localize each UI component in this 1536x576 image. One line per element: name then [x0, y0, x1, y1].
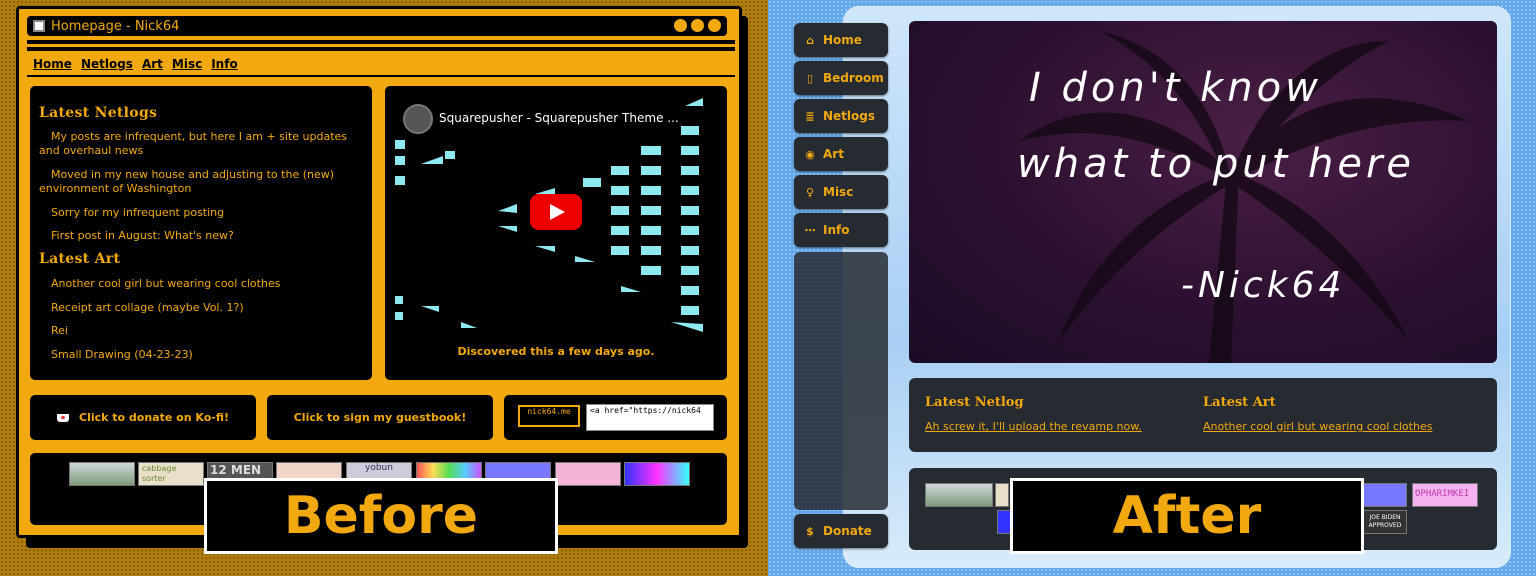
divider	[27, 40, 735, 44]
video-caption: Discovered this a few days ago.	[457, 345, 655, 358]
after-label: After	[1010, 478, 1364, 554]
latest-panel: Latest Netlog Ah screw it, I'll upload t…	[909, 378, 1497, 452]
netlog-link[interactable]: My posts are infrequent, but here I am +…	[39, 130, 364, 158]
sidebar-item-info[interactable]: ⋯ Info	[794, 213, 888, 247]
palette-icon: ◉	[805, 147, 815, 161]
donate-label: Click to donate on Ko-fi!	[79, 411, 229, 424]
badge[interactable]	[997, 510, 1011, 534]
netlogs-heading: Latest Netlogs	[39, 105, 158, 121]
dollar-icon: $	[806, 524, 814, 538]
channel-avatar[interactable]	[403, 104, 433, 134]
homepage-window: Homepage - Nick64 Home Netlogs Art Misc …	[16, 6, 742, 538]
divider	[27, 47, 735, 51]
sidebar-item-label: Bedroom	[823, 71, 884, 85]
hero-banner: I don't know what to put here -Nick64	[909, 21, 1497, 363]
nick-badge-text: nick64.me	[527, 407, 571, 416]
sidebar-item-misc[interactable]: ♀ Misc	[794, 175, 888, 209]
nav-link[interactable]: Info	[211, 57, 237, 71]
badge[interactable]	[69, 462, 135, 486]
sidebar-item-bedroom[interactable]: ▯ Bedroom	[794, 61, 888, 95]
netlog-link[interactable]: First post in August: What's new?	[51, 229, 234, 243]
page-icon	[33, 20, 45, 32]
sidebar-item-label: Home	[823, 33, 862, 47]
before-screenshot: Homepage - Nick64 Home Netlogs Art Misc …	[0, 0, 768, 576]
donate-button[interactable]: Click to donate on Ko-fi!	[30, 395, 256, 440]
coffee-cup-icon	[57, 413, 69, 422]
sidebar-item-art[interactable]: ◉ Art	[794, 137, 888, 171]
badge[interactable]: OPHARIMKEI	[1412, 483, 1478, 507]
latest-panel: Latest Netlogs My posts are infrequent, …	[30, 86, 372, 380]
sidebar-item-label: Info	[823, 223, 850, 237]
badge[interactable]	[925, 483, 993, 507]
title-bar: Homepage - Nick64	[27, 16, 727, 36]
hero-text-line: I don't know	[1029, 65, 1322, 111]
nav-link[interactable]: Home	[33, 57, 72, 71]
door-icon: ▯	[806, 71, 814, 85]
window-title: Homepage - Nick64	[51, 18, 180, 34]
sidebar-item-home[interactable]: ⌂ Home	[794, 23, 888, 57]
badge[interactable]	[995, 483, 1009, 507]
art-heading: Latest Art	[1203, 395, 1276, 410]
art-link[interactable]: Receipt art collage (maybe Vol. 1?)	[51, 301, 244, 315]
sidebar-spacer	[794, 252, 888, 510]
badge[interactable]	[1363, 483, 1407, 507]
window-controls	[674, 19, 721, 32]
sidebar-item-label: Netlogs	[823, 109, 876, 123]
sidebar-item-label: Donate	[823, 524, 872, 538]
video-title[interactable]: Squarepusher - Squarepusher Theme ...	[439, 111, 679, 125]
video-panel: Squarepusher - Squarepusher Theme ... Di…	[385, 86, 727, 380]
ellipsis-icon: ⋯	[804, 223, 816, 237]
badge[interactable]: cabbage sorter	[138, 462, 204, 486]
youtube-play-icon[interactable]	[530, 194, 582, 230]
before-label: Before	[204, 478, 558, 554]
divider	[27, 75, 735, 77]
art-link[interactable]: Rei	[51, 324, 68, 338]
home-icon: ⌂	[806, 33, 814, 47]
netlog-heading: Latest Netlog	[925, 395, 1024, 410]
sidebar-item-donate[interactable]: $ Donate	[794, 514, 888, 548]
nav-bar: Home Netlogs Art Misc Info	[33, 57, 238, 71]
netlog-link[interactable]: Ah screw it, I'll upload the revamp now.	[925, 420, 1142, 433]
after-screenshot: ⌂ Home ▯ Bedroom ≣ Netlogs ◉ Art ♀ Misc ⋯ Info…	[768, 0, 1536, 576]
badge[interactable]	[555, 462, 621, 486]
nick64-link-badge[interactable]: nick64.me	[518, 405, 580, 427]
window-control-button[interactable]	[708, 19, 721, 32]
nav-link[interactable]: Misc	[172, 57, 202, 71]
art-link[interactable]: Small Drawing (04-23-23)	[51, 348, 193, 362]
sidebar-item-label: Art	[823, 147, 844, 161]
guestbook-label: Click to sign my guestbook!	[293, 411, 467, 424]
netlog-link[interactable]: Moved in my new house and adjusting to t…	[39, 168, 364, 196]
button-code-textarea[interactable]: <a href="https://nick64	[586, 404, 714, 431]
badge[interactable]	[624, 462, 690, 486]
badge[interactable]: JOE BIDEN APPROVED	[1363, 510, 1407, 534]
notebook-icon: ≣	[805, 109, 815, 123]
hero-text-line: what to put here	[1017, 141, 1416, 187]
netlog-link[interactable]: Sorry for my infrequent posting	[51, 206, 224, 220]
window-control-button[interactable]	[674, 19, 687, 32]
sidebar-item-netlogs[interactable]: ≣ Netlogs	[794, 99, 888, 133]
guestbook-button[interactable]: Click to sign my guestbook!	[267, 395, 493, 440]
nav-link[interactable]: Netlogs	[81, 57, 133, 71]
hero-signature: -Nick64	[1181, 265, 1346, 306]
nav-link[interactable]: Art	[142, 57, 163, 71]
lightbulb-icon: ♀	[805, 185, 815, 199]
art-heading: Latest Art	[39, 251, 121, 267]
art-link[interactable]: Another cool girl but wearing cool cloth…	[51, 277, 280, 291]
sidebar-item-label: Misc	[823, 185, 854, 199]
art-link[interactable]: Another cool girl but wearing cool cloth…	[1203, 420, 1432, 433]
window-control-button[interactable]	[691, 19, 704, 32]
